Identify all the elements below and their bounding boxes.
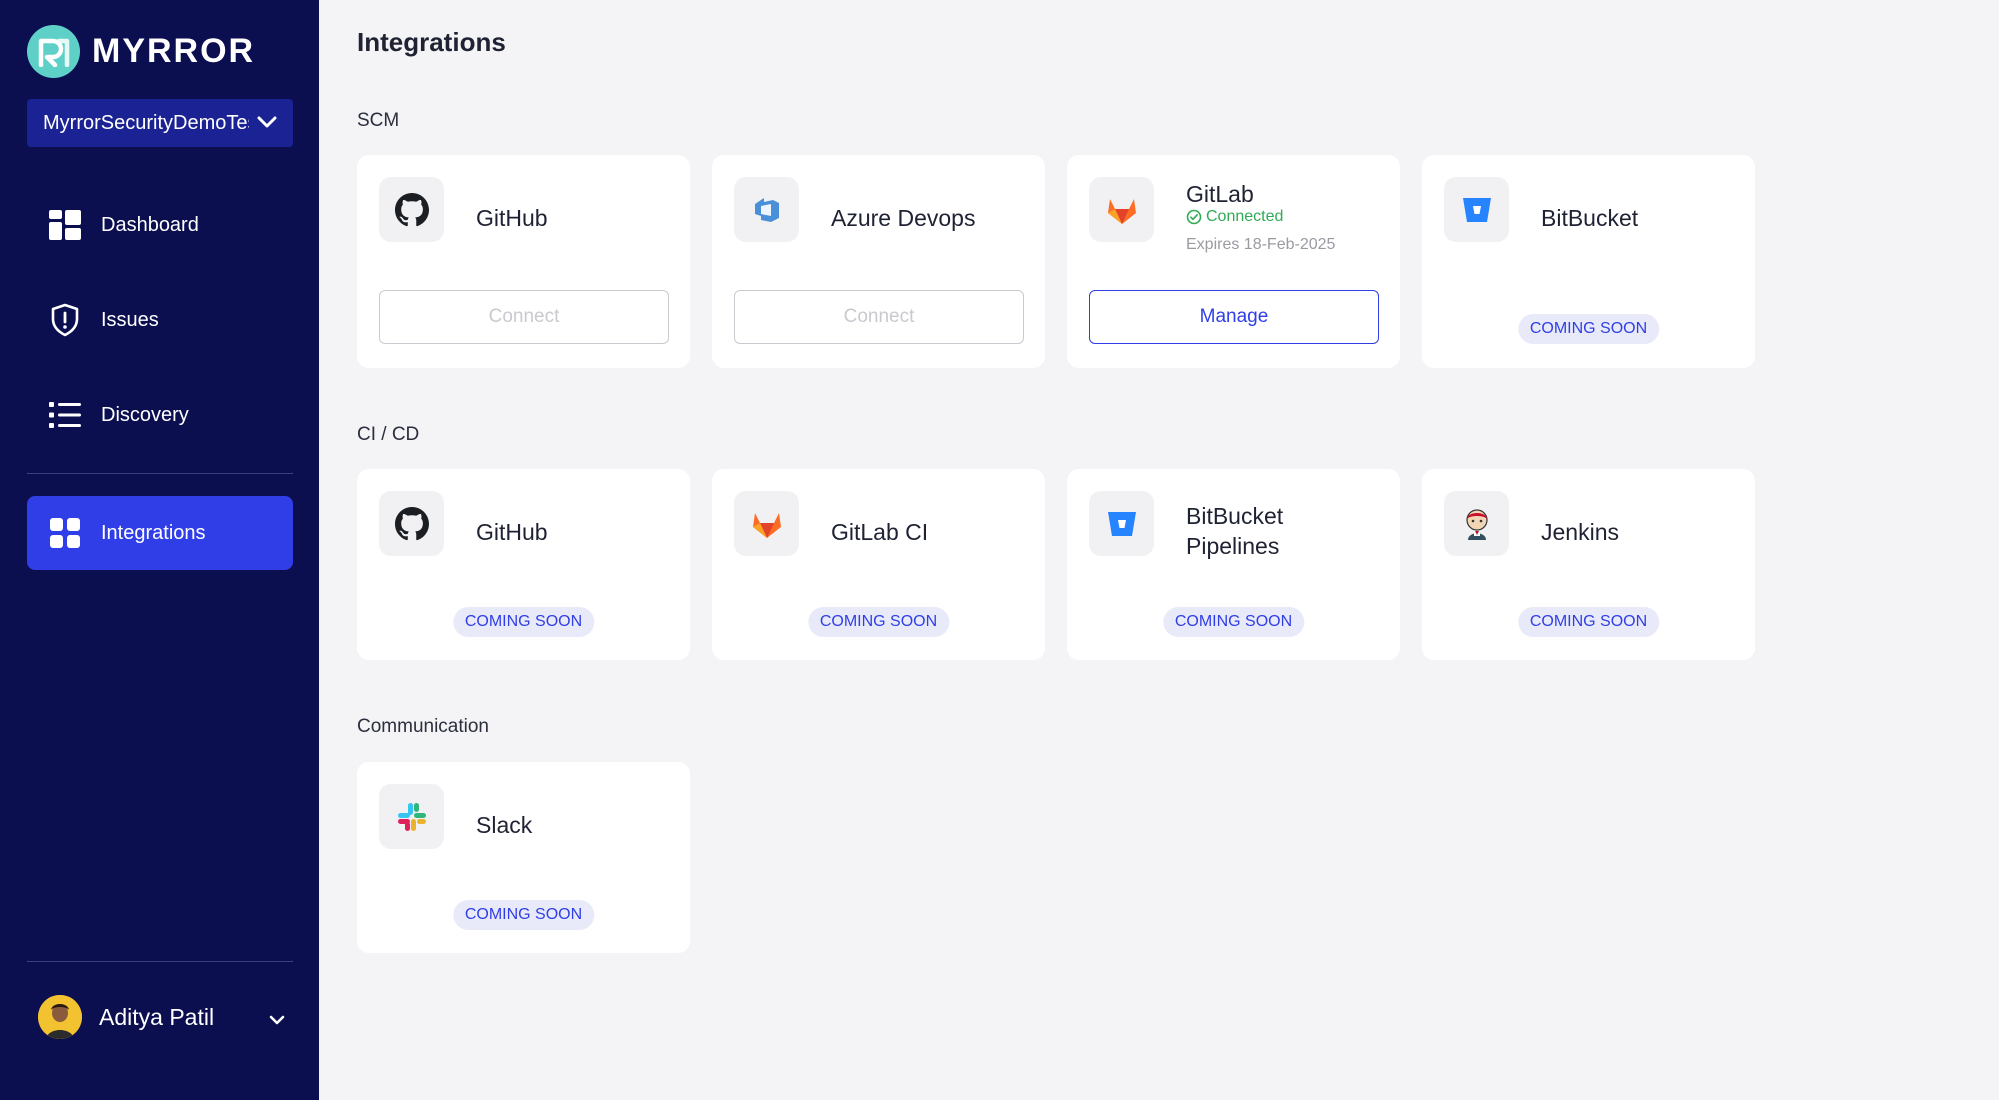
- connection-status: Connected: [1186, 208, 1283, 226]
- integration-card-slack: Slack COMING SOON: [357, 762, 690, 953]
- manage-button[interactable]: Manage: [1089, 290, 1379, 344]
- integration-name-line: BitBucket: [1186, 503, 1284, 529]
- gitlab-icon: [734, 491, 799, 556]
- sidebar-divider: [27, 961, 293, 962]
- coming-soon-badge: COMING SOON: [1517, 607, 1660, 637]
- github-icon: [379, 177, 444, 242]
- integration-card-jenkins: Jenkins COMING SOON: [1422, 469, 1755, 660]
- chevron-down-icon: [257, 112, 277, 135]
- sidebar-item-discovery[interactable]: Discovery: [27, 378, 293, 452]
- coming-soon-badge: COMING SOON: [807, 607, 950, 637]
- brand-logo[interactable]: MYRROR: [27, 25, 255, 78]
- expiry-text: Expires 18-Feb-2025: [1186, 236, 1336, 253]
- integration-name: Slack: [476, 812, 533, 838]
- connect-button[interactable]: Connect: [379, 290, 669, 344]
- integration-card-bitbucket-pipelines: BitBucket Pipelines COMING SOON: [1067, 469, 1400, 660]
- azure-devops-icon: [734, 177, 799, 242]
- org-selector[interactable]: MyrrorSecurityDemoTest: [27, 99, 293, 147]
- bitbucket-icon: [1089, 491, 1154, 556]
- integration-card-gitlab-ci: GitLab CI COMING SOON: [712, 469, 1045, 660]
- org-selector-value: MyrrorSecurityDemoTest: [43, 111, 249, 134]
- integration-name: BitBucket: [1541, 205, 1639, 231]
- check-circle-icon: [1186, 209, 1202, 225]
- gitlab-icon: [1089, 177, 1154, 242]
- integration-card-github-cicd: GitHub COMING SOON: [357, 469, 690, 660]
- integration-name-line: Pipelines: [1186, 533, 1280, 559]
- brand-name: MYRROR: [92, 32, 256, 70]
- sidebar: MYRROR MyrrorSecurityDemoTest Dashboard: [0, 0, 319, 1100]
- integration-name: GitHub: [476, 205, 548, 231]
- user-name: Aditya Patil: [99, 1003, 215, 1030]
- github-icon: [379, 491, 444, 556]
- integration-name: BitBucket Pipelines: [1186, 501, 1283, 561]
- integration-name: Azure Devops: [831, 205, 976, 231]
- sidebar-item-label: Dashboard: [101, 213, 199, 236]
- coming-soon-badge: COMING SOON: [1517, 314, 1660, 344]
- integration-name: GitHub: [476, 519, 548, 545]
- connect-button[interactable]: Connect: [734, 290, 1024, 344]
- status-text: Connected: [1206, 208, 1284, 225]
- integration-name: GitLab: [1186, 181, 1254, 207]
- sidebar-item-integrations[interactable]: Integrations: [27, 496, 293, 570]
- integration-name: GitLab CI: [831, 519, 929, 545]
- jenkins-icon: [1444, 491, 1509, 556]
- slack-icon: [379, 784, 444, 849]
- integration-card-azure-devops: Azure Devops Connect: [712, 155, 1045, 368]
- list-icon: [48, 398, 82, 432]
- sidebar-item-label: Discovery: [101, 403, 189, 426]
- section-title-scm: SCM: [357, 110, 400, 131]
- integration-card-github-scm: GitHub Connect: [357, 155, 690, 368]
- coming-soon-badge: COMING SOON: [452, 607, 595, 637]
- integration-card-gitlab: GitLab Connected Expires 18-Feb-2025 Man…: [1067, 155, 1400, 368]
- page-title: Integrations: [357, 27, 506, 57]
- chevron-down-icon: [269, 1004, 285, 1031]
- sidebar-divider: [27, 473, 293, 474]
- integration-card-bitbucket: BitBucket COMING SOON: [1422, 155, 1755, 368]
- sidebar-item-issues[interactable]: Issues: [27, 283, 293, 357]
- sidebar-item-dashboard[interactable]: Dashboard: [27, 188, 293, 262]
- grid-icon: [48, 516, 82, 550]
- sidebar-item-label: Integrations: [101, 521, 206, 544]
- section-title-communication: Communication: [357, 716, 489, 737]
- integration-name: Jenkins: [1541, 519, 1619, 545]
- coming-soon-badge: COMING SOON: [1162, 607, 1305, 637]
- user-menu[interactable]: Aditya Patil: [38, 995, 293, 1039]
- dashboard-icon: [48, 208, 82, 242]
- shield-icon: [48, 303, 82, 337]
- coming-soon-badge: COMING SOON: [452, 900, 595, 930]
- logo-mark-icon: [27, 25, 80, 78]
- bitbucket-icon: [1444, 177, 1509, 242]
- avatar: [38, 995, 82, 1039]
- section-title-cicd: CI / CD: [357, 424, 420, 445]
- sidebar-item-label: Issues: [101, 308, 159, 331]
